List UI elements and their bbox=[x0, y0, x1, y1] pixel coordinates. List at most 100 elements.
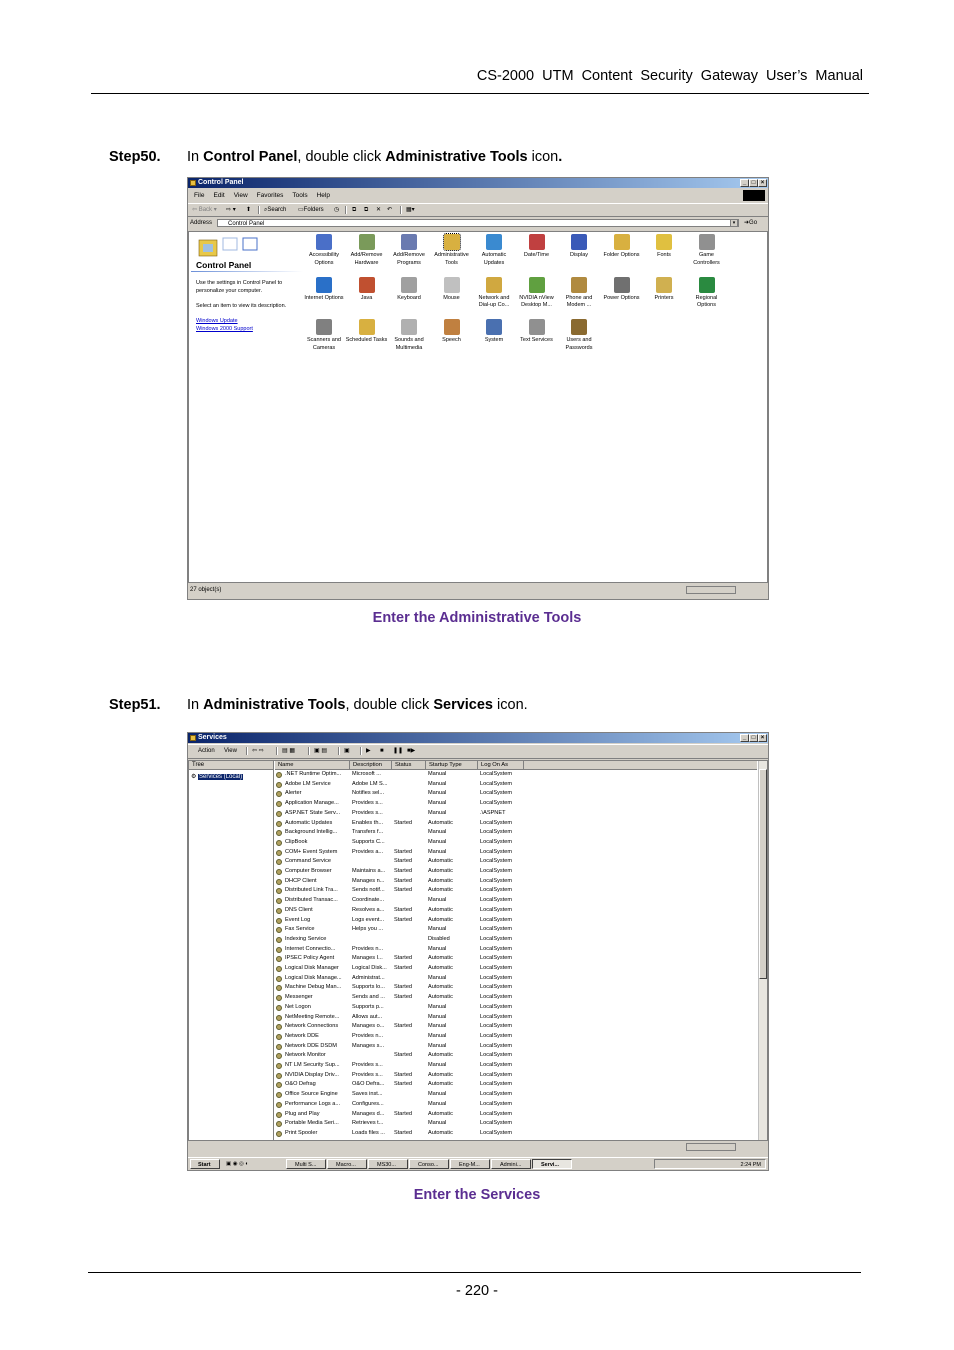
cp-item[interactable]: Text Services bbox=[516, 319, 558, 345]
table-row[interactable]: Logical Disk Manager Logical Disk... Start… bbox=[275, 964, 524, 974]
table-row[interactable]: Internet Connectio... Provides n... Manual… bbox=[275, 945, 524, 955]
table-row[interactable]: Net Logon Supports p... Manual LocalSystem bbox=[275, 1003, 524, 1013]
taskbar-button[interactable]: MS30... bbox=[368, 1159, 408, 1169]
table-row[interactable]: IPSEC Policy Agent Manages I... Started Aut… bbox=[275, 954, 524, 964]
cp-item[interactable]: Phone and Modem ... bbox=[558, 276, 600, 310]
cp-item[interactable]: Power Options bbox=[601, 276, 643, 303]
table-row[interactable]: NetMeeting Remote... Allows aut... Manual L… bbox=[275, 1013, 524, 1023]
cp-item[interactable]: Administrative Tools bbox=[431, 233, 473, 267]
cp-item[interactable]: Game Controllers bbox=[686, 234, 728, 267]
maximize-button[interactable]: □ bbox=[749, 734, 758, 742]
table-row[interactable]: Network Monitor Started Automatic LocalSyst… bbox=[275, 1051, 524, 1061]
quick-launch-icons[interactable]: ▣ ◉ ◎ ◐ bbox=[226, 1159, 249, 1169]
minimize-button[interactable]: _ bbox=[740, 734, 749, 742]
table-row[interactable]: Messenger Sends and ... Started Automatic Lo… bbox=[275, 993, 524, 1003]
table-row[interactable]: Event Log Logs event... Started Automatic Lo… bbox=[275, 916, 524, 926]
restart-icon[interactable]: ■▶ bbox=[407, 745, 415, 757]
table-row[interactable]: Portable Media Seri... Retrieves t... Manu… bbox=[275, 1119, 524, 1129]
folders-button[interactable]: ▭Folders bbox=[298, 204, 324, 216]
pause-icon[interactable]: ❚❚ bbox=[393, 745, 403, 757]
search-button[interactable]: ⌕Search bbox=[264, 204, 286, 216]
taskbar-button[interactable]: Admini... bbox=[491, 1159, 531, 1169]
address-field[interactable]: Control Panel bbox=[217, 219, 739, 227]
cp-item[interactable]: Scheduled Tasks bbox=[346, 319, 388, 345]
table-row[interactable]: Performance Logs a... Configures... Manual… bbox=[275, 1100, 524, 1110]
taskbar-button[interactable]: Macro... bbox=[327, 1159, 367, 1169]
stop-icon[interactable]: ■ bbox=[380, 745, 384, 757]
menu-file[interactable]: File bbox=[194, 191, 204, 201]
table-row[interactable]: Distributed Transac... Coordinate... Manua… bbox=[275, 896, 524, 906]
table-row[interactable]: Computer Browser Maintains a... Started Aut… bbox=[275, 867, 524, 877]
menu-view[interactable]: View bbox=[234, 191, 248, 201]
column-name[interactable]: Name bbox=[275, 761, 350, 770]
tree-tab[interactable]: Tree bbox=[189, 761, 273, 770]
cp-item[interactable]: Accessibility Options bbox=[303, 234, 345, 267]
history-icon[interactable]: ◷ bbox=[334, 204, 339, 216]
svc-vertical-scrollbar[interactable] bbox=[758, 761, 767, 1140]
tree-node-services-local[interactable]: ⚙ Services (Local) bbox=[191, 773, 244, 781]
table-row[interactable]: Network DDE Provides n... Manual LocalSyste… bbox=[275, 1032, 524, 1042]
table-row[interactable]: ClipBook Supports C... Manual LocalSystem bbox=[275, 838, 524, 848]
windows-support-link[interactable]: Windows 2000 Support bbox=[196, 326, 253, 332]
column-log-on-as[interactable]: Log On As bbox=[478, 761, 524, 770]
cp-item[interactable]: Sounds and Multimedia bbox=[388, 319, 430, 352]
cp-item[interactable]: System bbox=[473, 319, 515, 345]
up-folder-icon[interactable]: ⬆ bbox=[246, 204, 251, 216]
table-row[interactable]: Network Connections Manages o... Started Ma… bbox=[275, 1022, 524, 1032]
table-row[interactable]: O&O Defrag O&O Defra... Started Automatic Lo… bbox=[275, 1080, 524, 1090]
table-row[interactable]: NVIDIA Display Driv... Provides s... Start… bbox=[275, 1071, 524, 1081]
column-startup-type[interactable]: Startup Type bbox=[426, 761, 478, 770]
table-row[interactable]: DHCP Client Manages n... Started Automatic L… bbox=[275, 877, 524, 887]
menu-help[interactable]: Help bbox=[317, 191, 330, 201]
windows-update-link[interactable]: Windows Update bbox=[196, 318, 238, 324]
copy-to-icon[interactable]: ⧉ bbox=[364, 204, 368, 216]
table-row[interactable]: Indexing Service Disabled LocalSystem bbox=[275, 935, 524, 945]
taskbar-button[interactable]: Eng-M... bbox=[450, 1159, 490, 1169]
cp-item[interactable]: Speech bbox=[431, 319, 473, 345]
help-icon[interactable]: ▣ bbox=[344, 745, 350, 757]
address-dropdown-icon[interactable]: ▾ bbox=[730, 219, 738, 227]
show-tree-icon[interactable]: ▤ ▦ bbox=[282, 745, 295, 757]
start-button[interactable]: Start bbox=[190, 1159, 220, 1169]
back-arrow-icon[interactable]: ⇦ ⇨ bbox=[252, 745, 264, 757]
properties-icon[interactable]: ▣ ▤ bbox=[314, 745, 327, 757]
cp-item[interactable]: Folder Options bbox=[601, 234, 643, 260]
table-row[interactable]: Automatic Updates Enables th... Started Aut… bbox=[275, 819, 524, 829]
table-row[interactable]: COM+ Event System Provides a... Started Man… bbox=[275, 848, 524, 858]
cp-item[interactable]: Add/Remove Hardware bbox=[346, 234, 388, 267]
table-row[interactable]: DNS Client Resolves a... Started Automatic L… bbox=[275, 906, 524, 916]
cp-item[interactable]: Network and Dial-up Co... bbox=[473, 276, 515, 310]
table-row[interactable]: Application Manage... Provides s... Manual… bbox=[275, 799, 524, 809]
table-row[interactable]: Alerter Notifies sel... Manual LocalSystem bbox=[275, 789, 524, 799]
taskbar-button[interactable]: Conso... bbox=[409, 1159, 449, 1169]
table-row[interactable]: Network DDE DSDM Manages s... Manual LocalS… bbox=[275, 1042, 524, 1052]
minimize-button[interactable]: _ bbox=[740, 179, 749, 187]
cp-item[interactable]: Automatic Updates bbox=[473, 234, 515, 267]
cp-item[interactable]: Fonts bbox=[643, 234, 685, 260]
menu-favorites[interactable]: Favorites bbox=[257, 191, 284, 201]
close-button[interactable]: × bbox=[758, 179, 767, 187]
column-description[interactable]: Description bbox=[350, 761, 392, 770]
play-icon[interactable]: ▶ bbox=[366, 745, 371, 757]
move-to-icon[interactable]: ⧉ bbox=[352, 204, 356, 216]
menu-edit[interactable]: Edit bbox=[213, 191, 224, 201]
table-row[interactable]: ASP.NET State Serv... Provides s... Manual… bbox=[275, 809, 524, 819]
cp-item[interactable]: Java bbox=[346, 276, 388, 303]
table-row[interactable]: Background Intellig... Transfers f... Manu… bbox=[275, 828, 524, 838]
cp-item[interactable]: Mouse bbox=[431, 276, 473, 303]
table-row[interactable]: Print Spooler Loads files ... Started Autom… bbox=[275, 1129, 524, 1139]
views-icon[interactable]: ▦▾ bbox=[406, 204, 415, 216]
cp-item[interactable]: Printers bbox=[643, 276, 685, 303]
table-row[interactable]: NT LM Security Sup... Provides s... Manual… bbox=[275, 1061, 524, 1071]
cp-item[interactable]: Internet Options bbox=[303, 276, 345, 303]
cp-item[interactable]: Add/Remove Programs bbox=[388, 234, 430, 267]
cp-item[interactable]: Users and Passwords bbox=[558, 319, 600, 352]
close-button[interactable]: × bbox=[758, 734, 767, 742]
scrollbar-thumb[interactable] bbox=[759, 769, 767, 979]
table-row[interactable]: .NET Runtime Optim... Microsoft ... Manual… bbox=[275, 770, 524, 780]
maximize-button[interactable]: □ bbox=[749, 179, 758, 187]
undo-icon[interactable]: ↶ bbox=[387, 204, 392, 216]
cp-item[interactable]: NVIDIA nView Desktop M... bbox=[516, 276, 558, 310]
table-row[interactable]: Office Source Engine Saves inst... Manual L… bbox=[275, 1090, 524, 1100]
cp-item[interactable]: Regional Options bbox=[686, 276, 728, 310]
